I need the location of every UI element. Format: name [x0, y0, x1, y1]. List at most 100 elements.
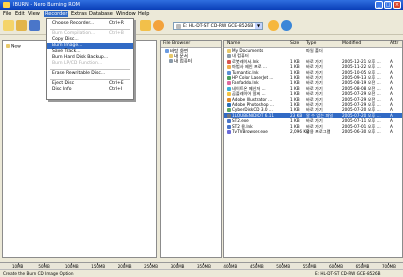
file-size: 1 KB	[290, 69, 300, 75]
file-size: 1 KB	[290, 75, 300, 80]
menu-separator	[50, 68, 130, 70]
app-icon	[3, 2, 10, 8]
burn-icon[interactable]	[140, 20, 151, 31]
file-attr: A	[390, 118, 393, 124]
chevron-down-icon[interactable]: ▼	[255, 23, 262, 29]
file-size: 1 KB	[290, 123, 300, 129]
file-browser-header: File Browser	[161, 41, 221, 48]
file-modified: 2005-07-29 오전 ...	[342, 91, 381, 97]
file-type: 바로 가기	[306, 123, 323, 129]
menu-bar: File Edit View Recorder Extras Database …	[0, 10, 403, 18]
column-type[interactable]: Type	[306, 41, 316, 47]
file-modified: 2005-07-11 오후 ...	[342, 118, 381, 124]
file-type: 응용 프로그램	[306, 129, 331, 134]
file-name: My Documents	[232, 48, 264, 53]
file-size: 1 KB	[290, 64, 300, 70]
save-icon[interactable]	[29, 20, 40, 31]
file-type: 바로 가기	[306, 96, 323, 102]
file-size: 1 KB	[290, 58, 300, 64]
menu-view[interactable]: View	[28, 11, 40, 17]
file-modified: 2005-07-20 오후 ...	[342, 107, 381, 113]
file-name: 마법사 제인 프로 ...	[232, 64, 267, 70]
status-text: Create the Burn CD Image Option	[3, 271, 74, 276]
recorder-menu-item[interactable]: Disc Info Ctrl+I	[47, 87, 133, 93]
file-list-pane: Name Size Type Modified Attr My Document…	[223, 40, 403, 258]
file-modified: 2005-07-29 오전 ...	[342, 96, 381, 102]
file-modified: 2005-12-21 오후 ...	[342, 58, 381, 64]
recorder-select[interactable]: E: HL-DT-ST CD-RW GCE-8526B ▼	[173, 22, 263, 30]
file-modified: 2005-10-05 오후 ...	[342, 69, 381, 75]
file-icon	[227, 119, 231, 124]
file-size: 1 KB	[290, 85, 300, 91]
recorder-menu-item[interactable]: Burn LP/CD Function...	[47, 61, 133, 67]
file-icon	[227, 59, 231, 64]
file-size: 1 KB	[290, 102, 300, 107]
column-modified[interactable]: Modified	[342, 41, 361, 47]
file-name: TvTVBrowser.exe	[232, 129, 268, 134]
file-type: 바로 가기	[306, 75, 323, 80]
computer-icon	[169, 59, 173, 63]
file-name: Adobe Photoshop ...	[232, 102, 274, 107]
file-modified: 2005-08-19 오전 ...	[342, 80, 381, 86]
new-icon[interactable]	[3, 20, 14, 31]
file-list-header: Name Size Type Modified Attr	[224, 41, 402, 48]
file-browser-tree-pane: File Browser 바탕 화면 내 문서 내 컴퓨터	[160, 40, 222, 258]
column-attr[interactable]: Attr	[390, 41, 398, 47]
file-attr: A	[390, 85, 393, 91]
file-name: ST2.exe	[232, 118, 249, 124]
file-attr: A	[390, 96, 393, 102]
file-modified: 2005-09-13 오후 ...	[342, 75, 381, 80]
recorder-menu-item[interactable]: Erase Rewritable Disc...	[47, 71, 133, 77]
file-name: 곰플레이어 알씨 ...	[232, 91, 266, 97]
menu-extras[interactable]: Extras	[71, 11, 87, 17]
tree-item-computer[interactable]: 내 컴퓨터	[169, 59, 192, 65]
eject-icon[interactable]	[268, 20, 279, 31]
file-modified: 2005-07-01 오후 ...	[342, 123, 381, 129]
menu-window[interactable]: Window	[116, 11, 136, 17]
menu-database[interactable]: Database	[89, 11, 113, 17]
menu-edit[interactable]: Edit	[15, 11, 25, 17]
file-modified: 2005-11-22 오후 ...	[342, 64, 381, 70]
info-icon[interactable]	[281, 20, 292, 31]
window-title: IBURN - Nero Burning ROM	[13, 2, 80, 8]
file-name: 네이트온 메신저 ...	[232, 85, 266, 91]
minimize-button[interactable]: _	[375, 1, 383, 9]
recorder-menu-item[interactable]: Choose Recorder... Ctrl+R	[47, 21, 133, 27]
file-type: 알 수 없는 파일	[306, 112, 334, 118]
menu-help[interactable]: Help	[138, 11, 149, 17]
menu-separator	[50, 78, 130, 80]
menu-item-shortcut: Ctrl+R	[109, 21, 124, 26]
file-size: 1 KB	[290, 91, 300, 97]
file-icon	[227, 108, 231, 113]
open-icon[interactable]	[16, 20, 27, 31]
file-type: 바로 가기	[306, 107, 323, 113]
application-window: IBURN - Nero Burning ROM _ □ × File Edit…	[0, 0, 403, 277]
disc-icon[interactable]	[153, 20, 164, 31]
file-name: 1LOUBENIDIOT 6.11	[232, 112, 275, 118]
column-name[interactable]: Name	[227, 41, 240, 47]
file-attr: A	[390, 107, 393, 113]
file-size: 23 KB	[290, 112, 303, 118]
file-modified: 2005-08-08 오전 ...	[342, 85, 381, 91]
file-type: 바로 가기	[306, 118, 323, 124]
menu-recorder[interactable]: Recorder	[44, 11, 69, 17]
file-size: 1 KB	[290, 80, 300, 86]
column-size[interactable]: Size	[290, 41, 299, 47]
file-icon	[227, 103, 231, 107]
maximize-button[interactable]: □	[384, 1, 392, 9]
file-type: 바로 가기	[306, 80, 323, 86]
file-type: 바로 가기	[306, 64, 323, 70]
file-attr: A	[390, 91, 393, 97]
file-type: 바로 가기	[306, 85, 323, 91]
file-type: 바로 가기	[306, 91, 323, 97]
menu-item-label: Choose Recorder...	[52, 21, 95, 26]
compilation-tree-item[interactable]: New	[6, 44, 21, 50]
file-row[interactable]: TvTVBrowser.exe 2,096 KB 응용 프로그램 2005-06-30…	[224, 129, 402, 134]
file-attr: A	[390, 69, 393, 75]
menu-file[interactable]: File	[3, 11, 11, 17]
close-button[interactable]: ×	[393, 1, 401, 9]
file-name: Fanfaddo.lnk	[232, 80, 259, 86]
recorder-select-value: E: HL-DT-ST CD-RW GCE-8526B	[183, 24, 254, 29]
file-name: 로봇레이서.lnk	[232, 58, 259, 64]
file-icon	[227, 49, 231, 53]
